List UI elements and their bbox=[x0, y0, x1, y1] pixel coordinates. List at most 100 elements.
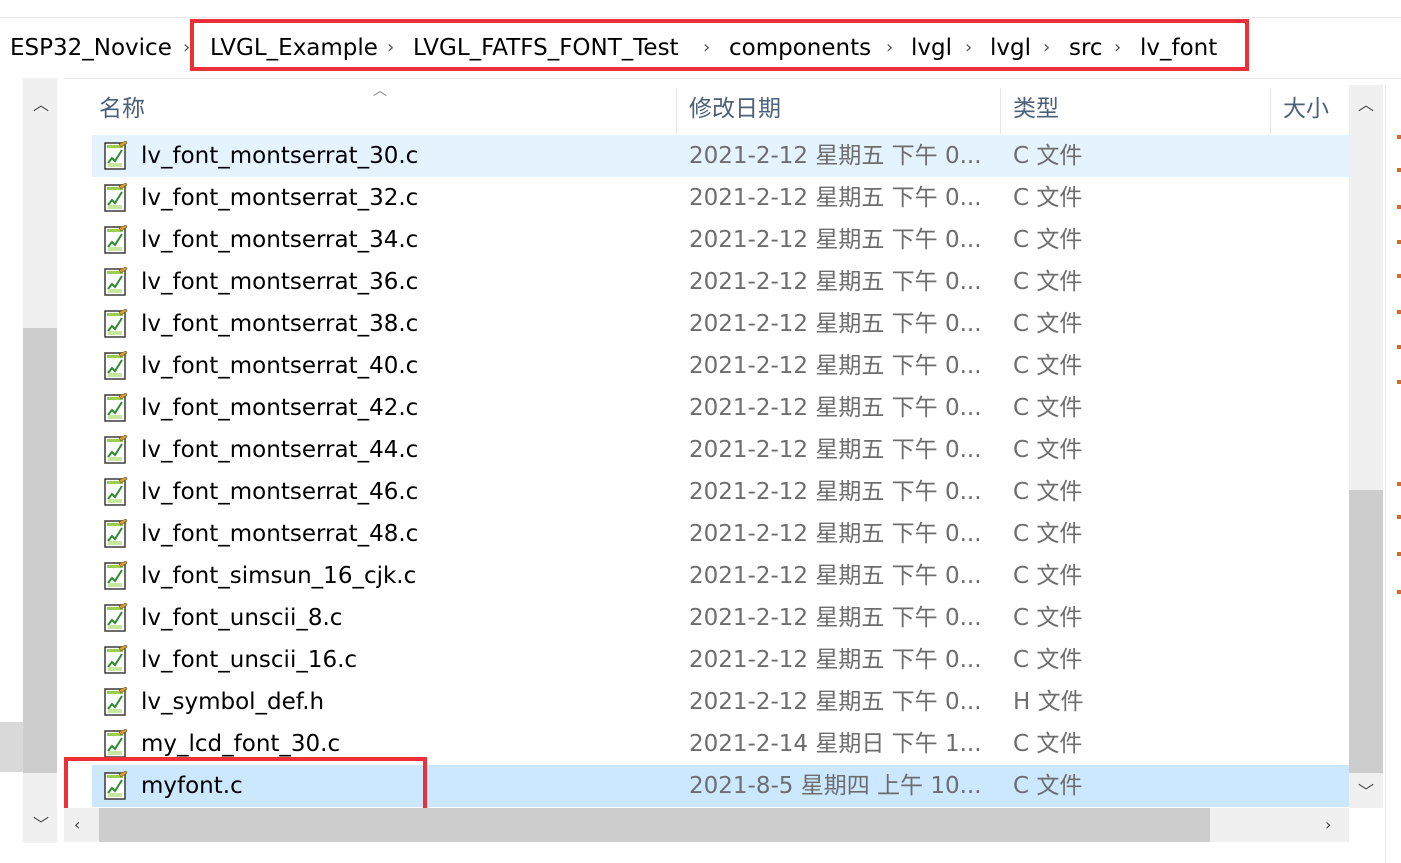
column-header-type[interactable]: 类型 bbox=[1013, 92, 1059, 126]
file-name: lv_font_unscii_16.c bbox=[141, 647, 358, 673]
file-row[interactable]: lv_font_unscii_8.c 2021-2-12 星期五 下午 0... C… bbox=[92, 597, 1349, 639]
breadcrumb-item-components[interactable]: components bbox=[729, 33, 871, 63]
chevron-down-icon[interactable]: ﹀ bbox=[1358, 782, 1374, 802]
details-pane-mark bbox=[1397, 274, 1401, 278]
file-type: C 文件 bbox=[1013, 269, 1083, 295]
c-source-file-icon bbox=[104, 603, 128, 632]
file-row[interactable]: lv_font_montserrat_32.c 2021-2-12 星期五 下午 … bbox=[92, 177, 1349, 219]
c-source-file-icon bbox=[104, 309, 128, 338]
file-name: lv_font_montserrat_48.c bbox=[141, 521, 419, 547]
navigation-pane-selection bbox=[0, 722, 23, 772]
file-name: lv_font_montserrat_32.c bbox=[141, 185, 419, 211]
details-pane-mark bbox=[1397, 590, 1401, 594]
file-type: H 文件 bbox=[1013, 689, 1084, 715]
file-type: C 文件 bbox=[1013, 227, 1083, 253]
file-row[interactable]: lv_symbol_def.h 2021-2-12 星期五 下午 0... H 文件 bbox=[92, 681, 1349, 723]
breadcrumb-separator-icon[interactable]: › bbox=[387, 33, 394, 63]
column-divider[interactable] bbox=[1270, 88, 1271, 134]
details-pane-mark bbox=[1397, 168, 1401, 172]
breadcrumb-separator-icon[interactable]: › bbox=[703, 33, 710, 63]
details-pane-edge bbox=[1385, 85, 1401, 863]
c-source-file-icon bbox=[104, 729, 128, 758]
column-header-date-modified[interactable]: 修改日期 bbox=[689, 92, 781, 126]
details-pane-mark bbox=[1397, 135, 1401, 139]
file-row[interactable]: lv_font_montserrat_42.c 2021-2-12 星期五 下午 … bbox=[92, 387, 1349, 429]
c-source-file-icon bbox=[104, 435, 128, 464]
breadcrumb-item-lvgl-fatfs-font-test[interactable]: LVGL_FATFS_FONT_Test bbox=[413, 33, 679, 63]
file-type: C 文件 bbox=[1013, 395, 1083, 421]
chevron-down-icon[interactable]: ﹀ bbox=[33, 815, 49, 835]
details-pane-mark bbox=[1397, 552, 1401, 556]
chevron-up-icon[interactable]: ︿ bbox=[1358, 95, 1374, 115]
breadcrumb-item-esp32-novice[interactable]: ESP32_Novice bbox=[10, 33, 172, 63]
file-date-modified: 2021-2-12 星期五 下午 0... bbox=[689, 395, 982, 421]
navigation-pane-scroll-thumb[interactable] bbox=[23, 328, 57, 773]
chevron-up-icon[interactable]: ︿ bbox=[33, 95, 49, 115]
breadcrumb-separator-icon[interactable]: › bbox=[1114, 33, 1121, 63]
file-date-modified: 2021-2-12 星期五 下午 0... bbox=[689, 227, 982, 253]
file-row[interactable]: lv_font_montserrat_40.c 2021-2-12 星期五 下午 … bbox=[92, 345, 1349, 387]
details-pane-mark bbox=[1397, 345, 1401, 349]
file-row[interactable]: lv_font_montserrat_44.c 2021-2-12 星期五 下午 … bbox=[92, 429, 1349, 471]
file-row[interactable]: lv_font_montserrat_34.c 2021-2-12 星期五 下午 … bbox=[92, 219, 1349, 261]
file-list-horizontal-scroll-thumb[interactable] bbox=[99, 808, 1210, 842]
c-source-file-icon bbox=[104, 561, 128, 590]
file-row[interactable]: lv_font_montserrat_36.c 2021-2-12 星期五 下午 … bbox=[92, 261, 1349, 303]
file-name: lv_font_montserrat_34.c bbox=[141, 227, 419, 253]
breadcrumb-separator-icon[interactable]: › bbox=[965, 33, 972, 63]
file-name: lv_font_montserrat_42.c bbox=[141, 395, 419, 421]
file-name: lv_font_montserrat_30.c bbox=[141, 143, 419, 169]
file-type: C 文件 bbox=[1013, 731, 1083, 757]
file-type: C 文件 bbox=[1013, 605, 1083, 631]
c-source-file-icon bbox=[104, 351, 128, 380]
file-row[interactable]: lv_font_montserrat_30.c 2021-2-12 星期五 下午 … bbox=[92, 135, 1349, 177]
breadcrumb-separator-icon[interactable]: › bbox=[183, 33, 190, 63]
breadcrumb-item-src[interactable]: src bbox=[1069, 33, 1103, 63]
c-source-file-icon bbox=[104, 393, 128, 422]
details-pane-mark bbox=[1397, 310, 1401, 314]
c-source-file-icon bbox=[104, 645, 128, 674]
chevron-right-icon[interactable]: › bbox=[1325, 815, 1331, 835]
c-source-file-icon bbox=[104, 477, 128, 506]
file-date-modified: 2021-2-12 星期五 下午 0... bbox=[689, 479, 982, 505]
breadcrumb-item-lvgl-2[interactable]: lvgl bbox=[990, 33, 1031, 63]
address-breadcrumb[interactable]: ESP32_Novice › LVGL_Example › LVGL_FATFS… bbox=[0, 17, 1401, 79]
file-date-modified: 2021-2-12 星期五 下午 0... bbox=[689, 353, 982, 379]
breadcrumb-item-lvgl[interactable]: lvgl bbox=[911, 33, 952, 63]
column-header-name[interactable]: 名称 bbox=[99, 92, 145, 126]
file-type: C 文件 bbox=[1013, 143, 1083, 169]
breadcrumb-separator-icon[interactable]: › bbox=[1043, 33, 1050, 63]
file-date-modified: 2021-2-12 星期五 下午 0... bbox=[689, 605, 982, 631]
file-row[interactable]: lv_font_unscii_16.c 2021-2-12 星期五 下午 0...… bbox=[92, 639, 1349, 681]
column-divider[interactable] bbox=[1000, 88, 1001, 134]
file-row[interactable]: lv_font_montserrat_46.c 2021-2-12 星期五 下午 … bbox=[92, 471, 1349, 513]
file-row[interactable]: lv_font_montserrat_48.c 2021-2-12 星期五 下午 … bbox=[92, 513, 1349, 555]
c-source-file-icon bbox=[104, 225, 128, 254]
details-pane-mark bbox=[1397, 482, 1401, 486]
file-date-modified: 2021-2-12 星期五 下午 0... bbox=[689, 143, 982, 169]
file-name: lv_font_simsun_16_cjk.c bbox=[141, 563, 417, 589]
breadcrumb-separator-icon[interactable]: › bbox=[886, 33, 893, 63]
file-date-modified: 2021-2-12 星期五 下午 0... bbox=[689, 521, 982, 547]
breadcrumb-item-lvgl-example[interactable]: LVGL_Example bbox=[210, 33, 378, 63]
file-list-vertical-scroll-thumb[interactable] bbox=[1349, 490, 1383, 773]
file-row[interactable]: lv_font_simsun_16_cjk.c 2021-2-12 星期五 下午 … bbox=[92, 555, 1349, 597]
file-date-modified: 2021-2-12 星期五 下午 0... bbox=[689, 437, 982, 463]
file-row[interactable]: lv_font_montserrat_38.c 2021-2-12 星期五 下午 … bbox=[92, 303, 1349, 345]
file-type: C 文件 bbox=[1013, 185, 1083, 211]
breadcrumb-item-lv-font[interactable]: lv_font bbox=[1140, 33, 1217, 63]
c-source-file-icon bbox=[104, 519, 128, 548]
column-header-size[interactable]: 大小 bbox=[1283, 92, 1329, 126]
file-type: C 文件 bbox=[1013, 311, 1083, 337]
file-name: lv_font_montserrat_46.c bbox=[141, 479, 419, 505]
file-name: my_lcd_font_30.c bbox=[141, 731, 341, 757]
chevron-left-icon[interactable]: ‹ bbox=[74, 815, 80, 835]
file-row[interactable]: myfont.c 2021-8-5 星期四 上午 10... C 文件 bbox=[92, 765, 1349, 807]
file-name: lv_font_montserrat_36.c bbox=[141, 269, 419, 295]
file-date-modified: 2021-2-12 星期五 下午 0... bbox=[689, 185, 982, 211]
column-divider[interactable] bbox=[676, 88, 677, 134]
file-row[interactable]: my_lcd_font_30.c 2021-2-14 星期日 下午 1... C 文… bbox=[92, 723, 1349, 765]
file-name: lv_font_montserrat_44.c bbox=[141, 437, 419, 463]
details-pane-mark bbox=[1397, 205, 1401, 209]
file-date-modified: 2021-2-12 星期五 下午 0... bbox=[689, 647, 982, 673]
